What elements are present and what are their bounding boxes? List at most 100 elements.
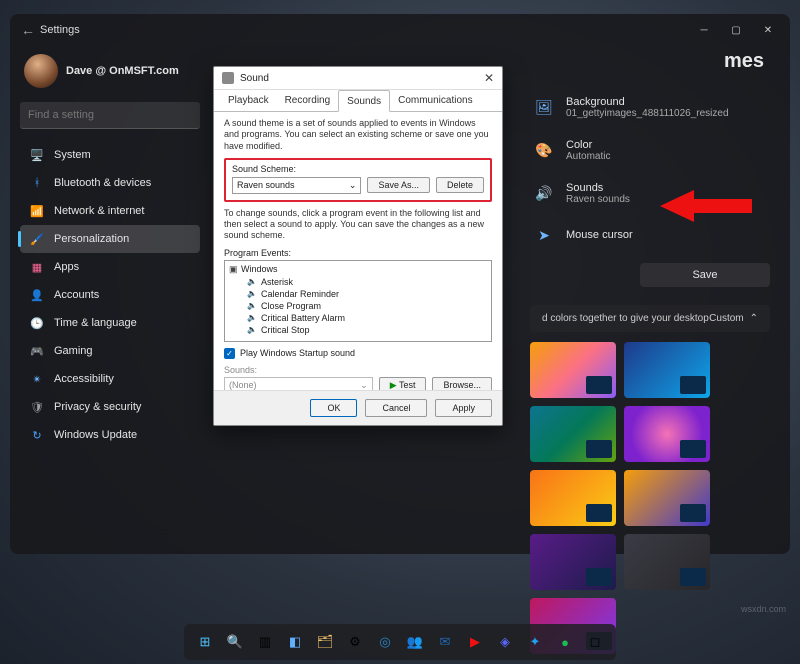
theme-thumb[interactable]: [624, 406, 710, 462]
nav-icon: 🖌️: [30, 232, 44, 246]
search-icon[interactable]: 🔍: [222, 629, 248, 655]
speaker-icon: 🔈: [247, 313, 257, 322]
theme-thumb[interactable]: [530, 534, 616, 590]
nav-icon: 🕒: [30, 316, 44, 330]
sidebar: Dave @ OnMSFT.com 🖥️System ᚼ Bluetooth & d…: [10, 46, 210, 554]
sidebar-item-label: Accounts: [54, 289, 99, 301]
theme-thumb[interactable]: [530, 342, 616, 398]
save-button[interactable]: Save: [640, 263, 770, 287]
sidebar-item-label: System: [54, 149, 91, 161]
nav-icon: ✴: [30, 372, 44, 386]
window-titlebar: ← Settings ─ ▢ ✕: [10, 14, 790, 46]
themes-color-row[interactable]: 🎨 ColorAutomatic: [530, 129, 770, 172]
tab-recording[interactable]: Recording: [277, 90, 339, 111]
annotation-arrow: [660, 190, 694, 222]
app-icon[interactable]: ◻: [582, 629, 608, 655]
themes-mouse-row[interactable]: ➤ Mouse cursor: [530, 215, 770, 255]
sidebar-item-gaming[interactable]: 🎮 Gaming: [20, 337, 200, 365]
theme-description-row[interactable]: d colors together to give your desktop C…: [530, 305, 770, 332]
tab-sounds[interactable]: Sounds: [338, 90, 390, 112]
theme-thumb[interactable]: [624, 534, 710, 590]
back-button[interactable]: ←: [16, 22, 40, 38]
watermark: wsxdn.com: [741, 604, 786, 614]
theme-thumb[interactable]: [624, 342, 710, 398]
help-text: A sound theme is a set of sounds applied…: [224, 118, 492, 152]
program-event-item[interactable]: 🔈Asterisk: [229, 276, 487, 288]
sidebar-item-label: Time & language: [54, 317, 137, 329]
ok-button[interactable]: OK: [310, 399, 357, 417]
nav-icon: ᚼ: [30, 176, 44, 190]
nav-icon: 🛡: [30, 400, 44, 414]
theme-thumb[interactable]: [624, 470, 710, 526]
user-name: Dave @ OnMSFT.com: [66, 65, 179, 77]
cancel-button[interactable]: Cancel: [365, 399, 427, 417]
sidebar-item-time-language[interactable]: 🕒 Time & language: [20, 309, 200, 337]
chevron-down-icon: ⌄: [349, 180, 357, 191]
widgets-icon[interactable]: ◧: [282, 629, 308, 655]
spotify-icon[interactable]: ●: [552, 629, 578, 655]
program-events-list[interactable]: ▣Windows 🔈Asterisk🔈Calendar Reminder🔈Clo…: [224, 260, 492, 342]
start-button[interactable]: ⊞: [192, 629, 218, 655]
speaker-icon: 🔊: [534, 184, 554, 204]
dialog-footer: OK Cancel Apply: [214, 390, 502, 425]
explorer-icon[interactable]: 🗂: [312, 629, 338, 655]
teams-icon[interactable]: 👥: [402, 629, 428, 655]
themes-background-row[interactable]: 🖼 Background01_gettyimages_488111026_res…: [530, 86, 770, 129]
avatar: [24, 54, 58, 88]
sidebar-item-label: Gaming: [54, 345, 93, 357]
nav-icon: 📶: [30, 204, 44, 218]
sound-dialog: Sound ✕ PlaybackRecordingSoundsCommunica…: [213, 66, 503, 426]
outlook-icon[interactable]: ✉: [432, 629, 458, 655]
sidebar-item-privacy-security[interactable]: 🛡Privacy & security: [20, 393, 200, 421]
sidebar-item-system[interactable]: 🖥️System: [20, 141, 200, 169]
program-event-item[interactable]: 🔈Critical Battery Alarm: [229, 312, 487, 324]
page-title: mes: [724, 50, 764, 73]
sound-dialog-icon: [222, 72, 234, 84]
speaker-icon: 🔈: [247, 289, 257, 298]
search-input[interactable]: [20, 102, 200, 129]
program-event-item[interactable]: 🔈Critical Stop: [229, 324, 487, 336]
sidebar-item-label: Windows Update: [54, 429, 137, 441]
settings-icon[interactable]: ⚙: [342, 629, 368, 655]
delete-button[interactable]: Delete: [436, 177, 484, 193]
play-icon[interactable]: ▶: [462, 629, 488, 655]
program-event-item[interactable]: 🔈Close Program: [229, 300, 487, 312]
chevron-down-icon: ⌄: [360, 380, 368, 391]
twitter-icon[interactable]: ✦: [522, 629, 548, 655]
taskbar: ⊞ 🔍 ▥ ◧ 🗂 ⚙ ◎ 👥 ✉ ▶ ◈ ✦ ● ◻: [184, 624, 616, 660]
nav-icon: ↻: [30, 428, 44, 442]
program-event-item[interactable]: 🔈Calendar Reminder: [229, 288, 487, 300]
minimize-button[interactable]: ─: [688, 18, 720, 42]
tab-communications[interactable]: Communications: [390, 90, 480, 111]
sidebar-item-apps[interactable]: ▦Apps: [20, 253, 200, 281]
sidebar-item-label: Personalization: [54, 233, 129, 245]
tab-playback[interactable]: Playback: [220, 90, 277, 111]
close-button[interactable]: ✕: [752, 18, 784, 42]
picture-icon: 🖼: [534, 98, 554, 118]
sidebar-item-network-internet[interactable]: 📶Network & internet: [20, 197, 200, 225]
maximize-button[interactable]: ▢: [720, 18, 752, 42]
nav-icon: 👤: [30, 288, 44, 302]
sound-scheme-select[interactable]: Raven sounds⌄: [232, 177, 361, 194]
theme-thumb[interactable]: [530, 470, 616, 526]
sidebar-item-accessibility[interactable]: ✴Accessibility: [20, 365, 200, 393]
edge-icon[interactable]: ◎: [372, 629, 398, 655]
sidebar-item-bluetooth-devices[interactable]: ᚼ Bluetooth & devices: [20, 169, 200, 197]
nav-icon: ▦: [30, 260, 44, 274]
save-as-button[interactable]: Save As...: [367, 177, 430, 193]
discord-icon[interactable]: ◈: [492, 629, 518, 655]
apply-button[interactable]: Apply: [435, 399, 492, 417]
sidebar-item-label: Bluetooth & devices: [54, 177, 151, 189]
dialog-tabs: PlaybackRecordingSoundsCommunications: [214, 90, 502, 112]
sound-scheme-group: Sound Scheme: Raven sounds⌄ Save As... D…: [224, 158, 492, 202]
theme-thumb[interactable]: [530, 406, 616, 462]
sidebar-item-windows-update[interactable]: ↻ Windows Update: [20, 421, 200, 449]
checkbox-icon: ✓: [224, 348, 235, 359]
nav-icon: 🎮: [30, 344, 44, 358]
sidebar-item-personalization[interactable]: 🖌️ Personalization: [20, 225, 200, 253]
user-profile[interactable]: Dave @ OnMSFT.com: [20, 54, 200, 88]
task-view-icon[interactable]: ▥: [252, 629, 278, 655]
startup-sound-checkbox[interactable]: ✓ Play Windows Startup sound: [224, 348, 492, 359]
dialog-close-button[interactable]: ✕: [484, 71, 494, 85]
sidebar-item-accounts[interactable]: 👤 Accounts: [20, 281, 200, 309]
